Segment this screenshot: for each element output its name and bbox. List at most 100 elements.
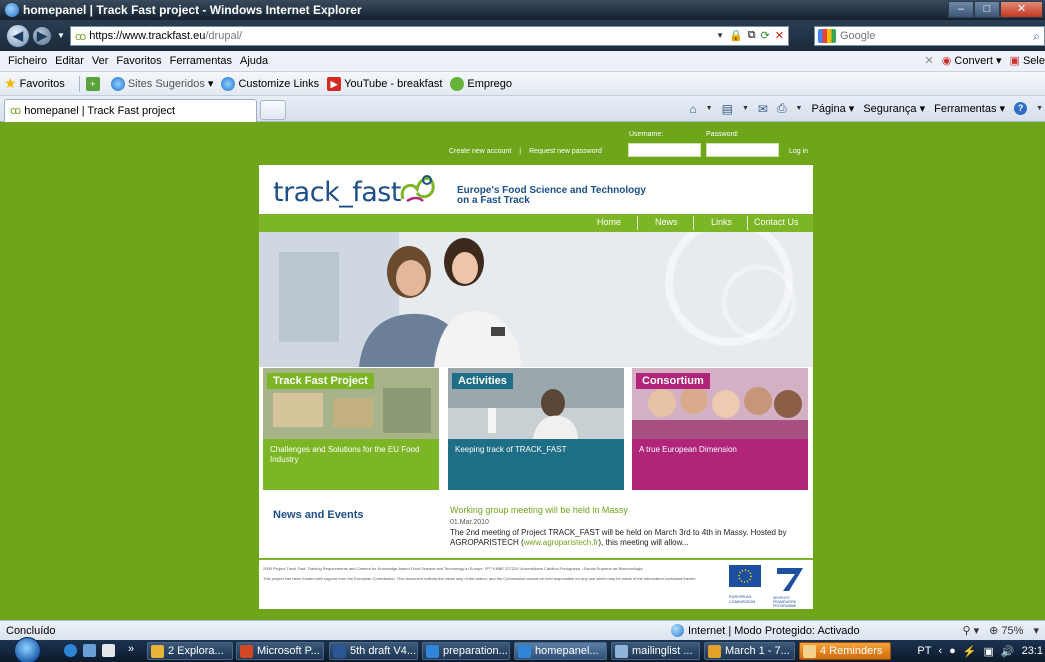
card-description: A true European Dimension	[632, 439, 808, 490]
feeds-dropdown-icon[interactable]: ▼	[742, 105, 749, 112]
menu-ferramentas[interactable]: Ferramentas	[166, 55, 236, 67]
zoom-dropdown-icon[interactable]: ▾	[1033, 624, 1039, 637]
home-dropdown-icon[interactable]: ▼	[706, 105, 713, 112]
username-field[interactable]	[628, 143, 701, 157]
add-to-favorites-icon: +	[85, 76, 100, 91]
maximize-button[interactable]: □	[974, 1, 1000, 18]
ie-quicklaunch-icon[interactable]	[64, 644, 77, 657]
card-track-fast-project[interactable]: Track Fast Project Challenges and Soluti…	[263, 368, 439, 490]
select-button[interactable]: ▣ Sele	[1010, 54, 1045, 67]
network-icon[interactable]: ●	[949, 645, 956, 657]
card-consortium[interactable]: Consortium A true European Dimension	[632, 368, 808, 490]
refresh-icon[interactable]: ⟳	[761, 29, 770, 43]
news-body: The 2nd meeting of Project TRACK_FAST wi…	[450, 528, 810, 548]
volume-icon[interactable]: 🔊	[1001, 645, 1015, 658]
search-input[interactable]	[840, 30, 1020, 42]
select-label: Sele	[1022, 55, 1045, 67]
menu-ver[interactable]: Ver	[88, 55, 113, 67]
close-button[interactable]: ✕	[1000, 1, 1043, 18]
compatibility-icon[interactable]: ⧉	[748, 29, 756, 43]
start-button[interactable]	[14, 637, 41, 662]
taskbar-powerpoint[interactable]: Microsoft P...	[236, 642, 324, 660]
print-dropdown-icon[interactable]: ▼	[796, 105, 803, 112]
password-field[interactable]	[706, 143, 779, 157]
favorites-button[interactable]: ★ Favoritos	[4, 75, 65, 92]
taskbar-reminders[interactable]: 4 Reminders	[799, 642, 891, 660]
menu-ajuda[interactable]: Ajuda	[236, 55, 272, 67]
fav-youtube[interactable]: ▶ YouTube - breakfast	[327, 76, 442, 91]
clock[interactable]: 23:1	[1022, 645, 1043, 657]
minimize-button[interactable]: –	[948, 1, 974, 18]
address-dropdown-icon[interactable]: ▼	[716, 29, 724, 43]
nav-home[interactable]: Home	[597, 217, 621, 227]
show-desktop-icon[interactable]	[83, 644, 96, 657]
more-quicklaunch-icon[interactable]: »	[128, 643, 134, 655]
hero-photo	[259, 232, 813, 367]
fav-emprego[interactable]: Emprego	[450, 76, 512, 91]
menu-ficheiro[interactable]: Ficheiro	[4, 55, 51, 67]
tab-title: homepanel | Track Fast project	[24, 105, 176, 117]
new-tab-button[interactable]	[260, 100, 286, 120]
favorites-label: Favoritos	[19, 77, 65, 90]
news-title[interactable]: Working group meeting will be held in Ma…	[450, 505, 628, 515]
card-description: Challenges and Solutions for the EU Food…	[263, 439, 439, 490]
ie-icon	[221, 76, 236, 91]
create-account-link[interactable]: Create new account	[449, 148, 511, 155]
card-activities[interactable]: Activities Keeping track of TRACK_FAST	[448, 368, 624, 490]
lock-icon[interactable]: 🔒	[729, 29, 743, 43]
tools-menu-label: Ferramentas	[934, 103, 997, 115]
tools-menu[interactable]: Ferramentas ▾	[934, 102, 1005, 115]
feeds-icon[interactable]: ▤	[722, 102, 733, 116]
internet-globe-icon	[671, 624, 684, 637]
tab-homepanel[interactable]: ꝏ homepanel | Track Fast project	[4, 99, 257, 122]
taskbar-word[interactable]: 5th draft V4...	[329, 642, 418, 660]
convert-button[interactable]: ◉ Convert ▾	[942, 54, 1002, 67]
login-button[interactable]: Log in	[789, 148, 808, 155]
add-favorite-button[interactable]: +	[85, 76, 103, 91]
close-toolbar-icon[interactable]: ✕	[925, 54, 934, 67]
zoom-button[interactable]: ⊕ 75%	[989, 624, 1023, 637]
help-dropdown-icon[interactable]: ▼	[1036, 105, 1043, 112]
stop-icon[interactable]: ✕	[775, 29, 784, 43]
address-field[interactable]: ꝏ https://www.trackfast.eu/drupal/ ▼ 🔒 ⧉…	[70, 26, 789, 46]
nav-contact-us[interactable]: Contact Us	[754, 217, 799, 227]
fav-sites-sugeridos[interactable]: Sites Sugeridos ▾	[110, 76, 213, 91]
tab-bar: ꝏ homepanel | Track Fast project ⌂ ▼ ▤ ▼ ✉ …	[0, 96, 1045, 122]
news-date: 01.Mar.2010	[450, 519, 489, 526]
menu-editar[interactable]: Editar	[51, 55, 88, 67]
news-link[interactable]: www.agroparistech.fr	[524, 538, 599, 547]
help-icon[interactable]: ?	[1014, 102, 1028, 115]
menu-favoritos[interactable]: Favoritos	[112, 55, 165, 67]
language-indicator[interactable]: PT	[917, 645, 931, 657]
mail-icon[interactable]: ✉	[758, 102, 768, 116]
recent-pages-dropdown[interactable]: ▼	[57, 31, 65, 40]
zoom-level: 75%	[1001, 625, 1024, 637]
search-box[interactable]: ⌕	[814, 26, 1045, 46]
forward-button[interactable]: ▶	[32, 26, 52, 46]
eu-commission-logo: EUROPEAN COMMISSION	[729, 565, 761, 604]
security-zone[interactable]: Internet | Modo Protegido: Activado	[671, 624, 860, 637]
notification-icon[interactable]: ▣	[983, 645, 993, 658]
tray-expand-icon[interactable]: ‹	[938, 645, 942, 657]
back-button[interactable]: ◀	[6, 24, 30, 48]
bluetooth-icon[interactable]: ⚡	[963, 645, 977, 658]
taskbar-ie-homepanel[interactable]: homepanel...	[514, 642, 607, 660]
print-icon[interactable]: ⎙	[777, 101, 787, 116]
home-icon[interactable]: ⌂	[689, 102, 696, 116]
site-logo-text[interactable]: track_fast	[273, 177, 401, 208]
taskbar-ie-preparation[interactable]: preparation...	[422, 642, 510, 660]
request-password-link[interactable]: Request new password	[529, 148, 602, 155]
page-menu-label: Página	[811, 103, 846, 115]
menu-right-tools: ✕ ◉ Convert ▾ ▣ Sele	[925, 54, 1045, 67]
nav-links[interactable]: Links	[711, 217, 732, 227]
taskbar-explorer[interactable]: 2 Explora...	[147, 642, 233, 660]
explorer-quicklaunch-icon[interactable]	[102, 644, 115, 657]
page-menu[interactable]: Página ▾	[811, 102, 854, 115]
fav-customize-links[interactable]: Customize Links	[221, 76, 319, 91]
nav-news[interactable]: News	[655, 217, 678, 227]
taskbar-calendar[interactable]: March 1 - 7...	[704, 642, 795, 660]
privacy-report-icon[interactable]: ⚲ ▾	[963, 624, 980, 637]
taskbar-mailinglist[interactable]: mailinglist ...	[611, 642, 700, 660]
security-menu[interactable]: Segurança ▾	[863, 102, 925, 115]
search-icon[interactable]: ⌕	[1033, 29, 1040, 44]
